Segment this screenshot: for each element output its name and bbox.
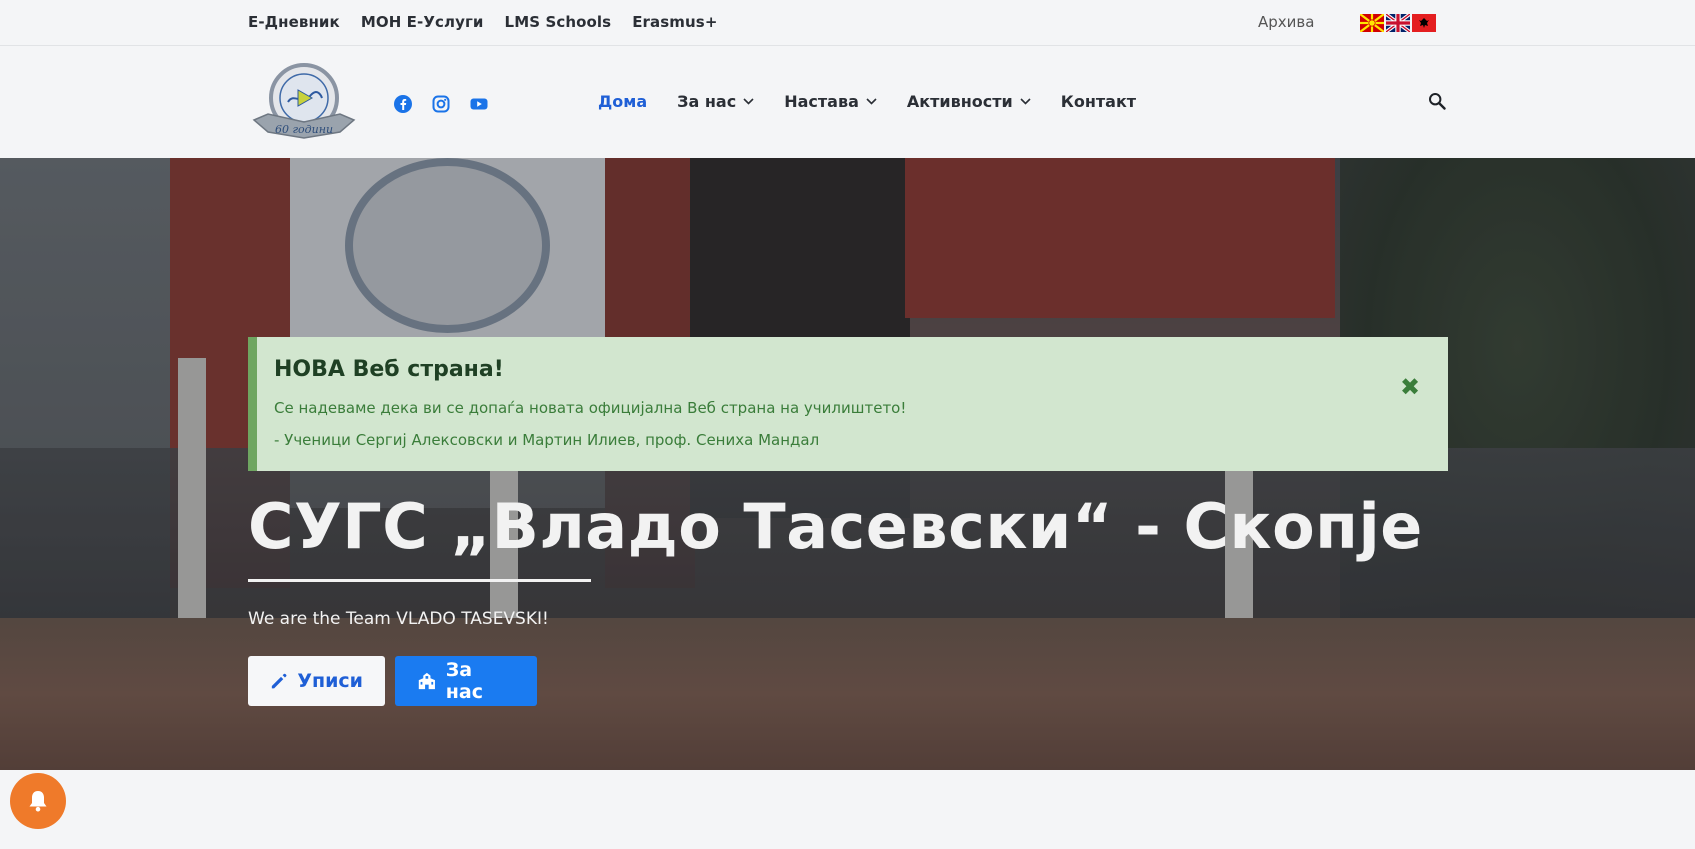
hero-title: СУГС „Владо Тасевски“ - Скопје [248,490,1423,563]
alert-message: Се надеваме дека ви се допаѓа новата офи… [274,399,907,417]
nav-item-label: За нас [677,92,737,111]
nav-item-activities[interactable]: Активности [907,92,1031,111]
top-bar: Е-Дневник МОН Е-Услуги LMS Schools Erasm… [0,0,1695,46]
nav-item-contact[interactable]: Контакт [1061,92,1136,111]
nav-item-label: Активности [906,92,1013,111]
top-links: Е-Дневник МОН Е-Услуги LMS Schools Erasm… [248,13,718,31]
site-header: 60 години Дома За нас Настава Активности [0,46,1695,158]
nav-item-about[interactable]: За нас [677,92,754,111]
facebook-icon[interactable] [394,95,412,113]
language-switcher [1360,14,1436,32]
nav-item-label: Дома [598,92,648,111]
search-icon[interactable] [1428,92,1446,110]
logo-caption: 60 години [275,123,333,136]
nav-item-home[interactable]: Дома [598,92,647,111]
nav-item-label: Контакт [1060,92,1137,111]
alert-signature: - Ученици Сергиј Алексовски и Мартин Или… [274,431,820,449]
youtube-icon[interactable] [470,95,488,113]
instagram-icon[interactable] [432,95,450,113]
main-nav: Дома За нас Настава Активности Контакт [598,92,1136,111]
top-link-mon-e-uslugi[interactable]: МОН Е-Услуги [361,13,484,31]
about-button[interactable]: За нас [395,656,537,706]
archive-link[interactable]: Архива [1258,13,1314,31]
chevron-down-icon [866,98,877,105]
notification-bell-button[interactable] [10,773,66,829]
social-links [394,95,488,113]
top-link-erasmus[interactable]: Erasmus+ [632,13,717,31]
macedonian-flag-icon[interactable] [1360,14,1384,32]
alert-title: НОВА Веб страна! [274,357,504,382]
top-link-e-dnevnik[interactable]: Е-Дневник [248,13,340,31]
nav-item-teaching[interactable]: Настава [784,92,877,111]
enroll-button[interactable]: Уписи [248,656,385,706]
announcement-alert: НОВА Веб страна! Се надеваме дека ви се … [248,337,1448,471]
albanian-flag-icon[interactable] [1412,14,1436,32]
enroll-button-label: Уписи [297,670,363,692]
chevron-down-icon [1020,98,1031,105]
hero-subtitle: We are the Team VLADO TASEVSKI! [248,609,549,629]
hero-divider [248,579,591,582]
school-logo[interactable]: 60 години [250,62,358,142]
pencil-icon [271,673,287,689]
bell-icon [29,791,47,812]
uk-flag-icon[interactable] [1386,14,1410,32]
nav-item-label: Настава [784,92,859,111]
chevron-down-icon [743,98,754,105]
top-link-lms-schools[interactable]: LMS Schools [505,13,612,31]
alert-close-icon[interactable]: ✖ [1400,373,1420,401]
about-button-label: За нас [445,659,483,703]
school-building-icon [418,672,435,690]
